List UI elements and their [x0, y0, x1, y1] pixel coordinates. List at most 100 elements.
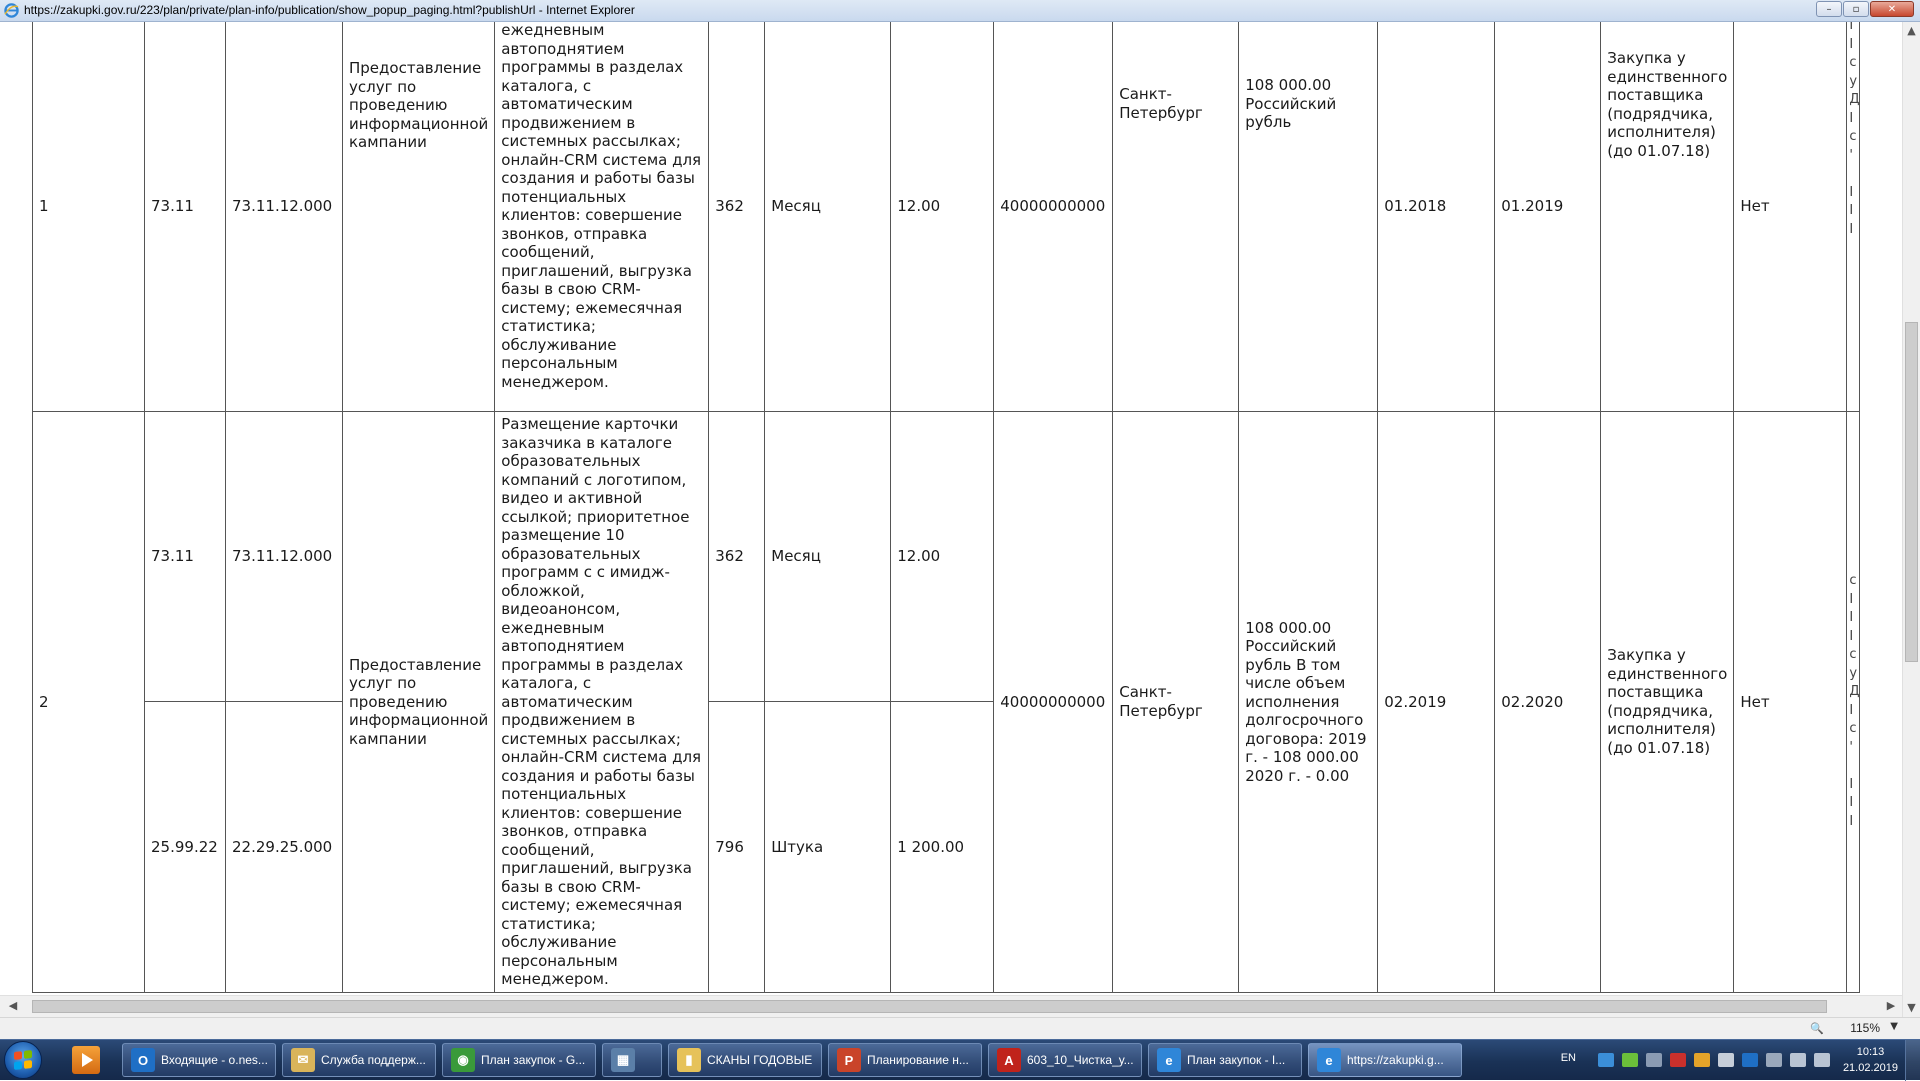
purchase-subject: Предоставление услуг по проведению инфор…: [341, 22, 496, 412]
chrome-icon: ◉: [451, 1048, 475, 1072]
ie-icon: e: [1317, 1048, 1341, 1072]
okato-code: 40000000000: [993, 411, 1114, 993]
row-number: 1: [32, 22, 145, 412]
flag-icon[interactable]: [1766, 1053, 1782, 1067]
okei-code: 796: [708, 701, 766, 993]
clipped-column: с І І І с у Д І с ' І І І: [1846, 411, 1861, 993]
page-content: 1 73.11 73.11.12.000 Предоставление услу…: [0, 22, 1902, 995]
system-tray: EN 10:13 21.02.2019: [1520, 1040, 1920, 1081]
start-button[interactable]: [4, 1041, 42, 1079]
row-number: 2: [32, 411, 145, 993]
zoom-icon[interactable]: 🔍: [1810, 1022, 1824, 1035]
scroll-right-icon[interactable]: ▶: [1882, 997, 1900, 1015]
table-row: 1 73.11 73.11.12.000 Предоставление услу…: [32, 22, 1861, 412]
media-player-icon[interactable]: [72, 1046, 100, 1074]
purchase-method: Закупка у единственного поставщика (подр…: [1600, 22, 1735, 412]
calculator-icon: ▦: [611, 1048, 635, 1072]
purchase-method: Закупка у единственного поставщика (подр…: [1600, 411, 1735, 993]
scroll-left-icon[interactable]: ◀: [4, 997, 22, 1015]
start-date: 01.2018: [1377, 22, 1496, 412]
okato-code: 40000000000: [993, 22, 1114, 412]
maximize-button[interactable]: ▫: [1843, 1, 1869, 17]
taskbar-item[interactable]: ▮ СКАНЫ ГОДОВЫЕ: [668, 1043, 822, 1077]
taskbar-item[interactable]: e https://zakupki.g...: [1308, 1043, 1462, 1077]
unit: Месяц: [764, 410, 892, 703]
okpd-code: 73.11.12.000: [225, 410, 343, 703]
purchase-subject: Предоставление услуг по проведению инфор…: [341, 411, 496, 993]
okved-code: 25.99.22: [144, 701, 226, 993]
minimize-button[interactable]: –: [1816, 1, 1842, 17]
end-date: 01.2019: [1494, 22, 1602, 412]
unit: Месяц: [764, 22, 892, 412]
mail-icon[interactable]: [1718, 1053, 1734, 1067]
unit: Штука: [764, 701, 892, 993]
taskbar-item-label: Служба поддерж...: [321, 1053, 426, 1067]
taskbar-item[interactable]: ✉ Служба поддерж...: [282, 1043, 436, 1077]
taskbar-item-label: Входящие - o.nes...: [161, 1053, 268, 1067]
end-date: 02.2020: [1494, 411, 1602, 993]
okpd-code: 73.11.12.000: [225, 22, 343, 412]
taskbar-item[interactable]: e План закупок - I...: [1148, 1043, 1302, 1077]
pdf-icon: A: [997, 1048, 1021, 1072]
zoom-level[interactable]: 115%: [1850, 1021, 1880, 1035]
region: Санкт-Петербург: [1112, 411, 1240, 993]
taskbar-item-label: План закупок - G...: [481, 1053, 586, 1067]
okei-code: 362: [708, 22, 766, 412]
clock-time: 10:13: [1856, 1046, 1885, 1058]
taskbar: O Входящие - o.nes... ✉ Служба поддерж... ◉ П…: [0, 1039, 1920, 1081]
outlook-icon[interactable]: [1742, 1053, 1758, 1067]
purchase-description: ежедневным автоподнятием программы в раз…: [494, 22, 710, 412]
antivirus-icon[interactable]: [1670, 1053, 1686, 1067]
taskbar-item[interactable]: ◉ План закупок - G...: [442, 1043, 596, 1077]
display-icon[interactable]: [1790, 1053, 1806, 1067]
scroll-up-icon[interactable]: ▲: [1903, 22, 1920, 40]
powerpoint-icon: P: [837, 1048, 861, 1072]
internet-explorer-icon: [4, 3, 19, 18]
show-desktop-button[interactable]: [1905, 1040, 1920, 1081]
taskbar-item-label: https://zakupki.g...: [1347, 1053, 1444, 1067]
vertical-scrollbar[interactable]: ▲ ▼: [1902, 22, 1920, 1017]
electronic-form: Нет: [1733, 22, 1848, 412]
vertical-scroll-thumb[interactable]: [1905, 322, 1918, 662]
okpd-code: 22.29.25.000: [225, 701, 343, 993]
nvidia-icon[interactable]: [1622, 1053, 1638, 1067]
close-button[interactable]: ✕: [1870, 1, 1914, 17]
horizontal-scroll-thumb[interactable]: [32, 1000, 1827, 1013]
window-controls: – ▫ ✕: [1816, 1, 1914, 19]
contract-price: 108 000.00 Российский рубль В том числе …: [1238, 411, 1379, 993]
ie-icon: e: [1157, 1048, 1181, 1072]
network-icon[interactable]: [1598, 1053, 1614, 1067]
scroll-down-icon[interactable]: ▼: [1903, 999, 1920, 1017]
horizontal-scrollbar[interactable]: ◀ ▶: [0, 995, 1902, 1017]
taskbar-item[interactable]: P Планирование н...: [828, 1043, 982, 1077]
taskbar-item-label: Планирование н...: [867, 1053, 969, 1067]
taskbar-item[interactable]: A 603_10_Чистка_у...: [988, 1043, 1142, 1077]
status-bar: 🔍 115% ▼: [0, 1017, 1920, 1039]
chevron-down-icon[interactable]: ▼: [1890, 1021, 1898, 1032]
usb-icon[interactable]: [1646, 1053, 1662, 1067]
okved-code: 73.11: [144, 22, 226, 412]
procurement-plan-table: 1 73.11 73.11.12.000 Предоставление услу…: [32, 22, 1861, 993]
window-title-bar: https://zakupki.gov.ru/223/plan/private/…: [0, 0, 1920, 22]
quantity: 12.00: [890, 22, 995, 412]
taskbar-item[interactable]: ▦: [602, 1043, 662, 1077]
taskbar-item[interactable]: O Входящие - o.nes...: [122, 1043, 276, 1077]
region: Санкт-Петербург: [1112, 22, 1240, 412]
okei-code: 362: [708, 410, 766, 703]
folder-icon: ▮: [677, 1048, 701, 1072]
windows-logo-icon: [14, 1050, 32, 1070]
mail-icon: ✉: [291, 1048, 315, 1072]
quantity: 12.00: [890, 410, 995, 703]
okved-code: 73.11: [144, 410, 226, 703]
shield-icon[interactable]: [1694, 1053, 1710, 1067]
taskbar-item-label: СКАНЫ ГОДОВЫЕ: [707, 1053, 813, 1067]
clock-date: 21.02.2019: [1842, 1062, 1898, 1074]
clock[interactable]: 10:13 21.02.2019: [1843, 1044, 1898, 1076]
window-title: https://zakupki.gov.ru/223/plan/private/…: [24, 3, 635, 17]
outlook-icon: O: [131, 1048, 155, 1072]
start-date: 02.2019: [1377, 411, 1496, 993]
electronic-form: Нет: [1733, 411, 1848, 993]
volume-icon[interactable]: [1814, 1053, 1830, 1067]
language-indicator[interactable]: EN: [1561, 1052, 1576, 1064]
table-row: 2 73.11 73.11.12.000 Предоставление услу…: [32, 410, 1861, 993]
